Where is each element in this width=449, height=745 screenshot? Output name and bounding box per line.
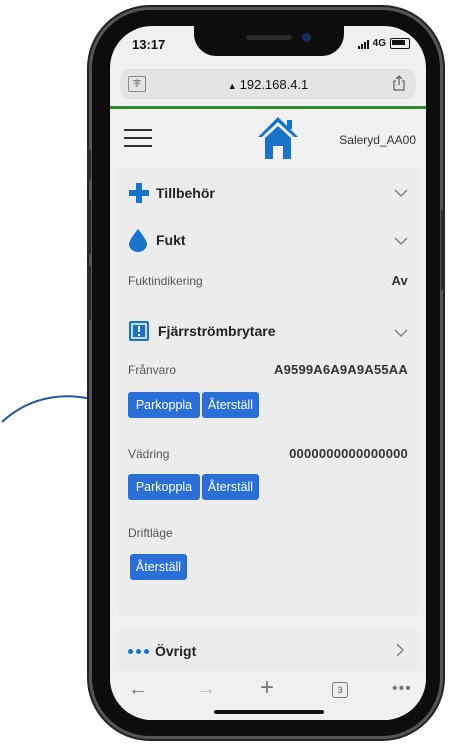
new-tab-plus-icon[interactable]: + [260,674,274,702]
chevron-down-icon[interactable] [394,326,408,340]
absence-label: Frånvaro [128,363,177,377]
airing-label: Vädring [128,447,170,461]
humidity-indicator-value: Av [391,273,408,288]
app-header: Saleryd_AA00 [110,109,426,165]
plus-icon [129,183,149,203]
more-icon[interactable]: ••• [392,680,412,698]
share-icon[interactable] [391,75,407,91]
status-time: 13:17 [132,37,166,52]
section-humidity[interactable]: Fukt [128,228,408,252]
chevron-down-icon[interactable] [394,186,408,200]
battery-icon [390,38,410,49]
chevron-right-icon[interactable] [394,643,406,657]
operating-mode-label: Driftläge [128,526,173,540]
humidity-indicator-label: Fuktindikering [128,274,203,288]
tabs-icon[interactable]: 3 [332,682,348,698]
switch-icon [129,321,149,341]
section-title: Fukt [156,232,186,248]
home-icon[interactable] [254,113,302,161]
airing-value: 0000000000000000 [289,446,408,461]
section-title: Tillbehör [156,185,215,201]
section-accessories[interactable]: Tillbehör [128,182,408,204]
menu-icon[interactable] [124,129,152,153]
back-arrow-icon[interactable]: ← [128,678,148,701]
pair-airing-button[interactable]: Parkoppla [128,474,200,500]
network-type: 4G [372,38,386,49]
home-indicator [214,710,324,714]
status-icons: 4G [357,38,410,49]
url-text[interactable]: ▲ 192.168.4.1 [120,77,416,92]
chevron-down-icon[interactable] [394,234,408,248]
reset-airing-button[interactable]: Återställ [202,474,259,500]
section-remote-switch[interactable]: Fjärrströmbrytare [128,320,408,342]
notch [194,26,344,56]
section-title: Övrigt [155,643,197,659]
water-drop-icon [129,229,147,252]
dots-icon [128,648,149,654]
absence-value: A9599A6A9A9A55AA [274,362,408,377]
reset-absence-button[interactable]: Återställ [202,392,259,418]
reset-operating-mode-button[interactable]: Återställ [130,554,187,580]
device-name: Saleryd_AA00 [339,133,416,147]
address-bar[interactable]: 字 ▲ 192.168.4.1 [120,69,416,99]
signal-icon [357,39,369,49]
warning-triangle-icon: ▲ [227,81,237,91]
forward-arrow-icon[interactable]: → [196,678,216,701]
section-other[interactable]: Övrigt [118,630,418,670]
settings-card: Tillbehör Fukt Fuktindikering Av Fjärrst… [118,168,418,616]
phone-screen: 13:17 4G 字 ▲ 192.168.4.1 Saleryd_AA00 Til… [110,26,426,720]
pair-absence-button[interactable]: Parkoppla [128,392,200,418]
section-title: Fjärrströmbrytare [158,323,276,339]
